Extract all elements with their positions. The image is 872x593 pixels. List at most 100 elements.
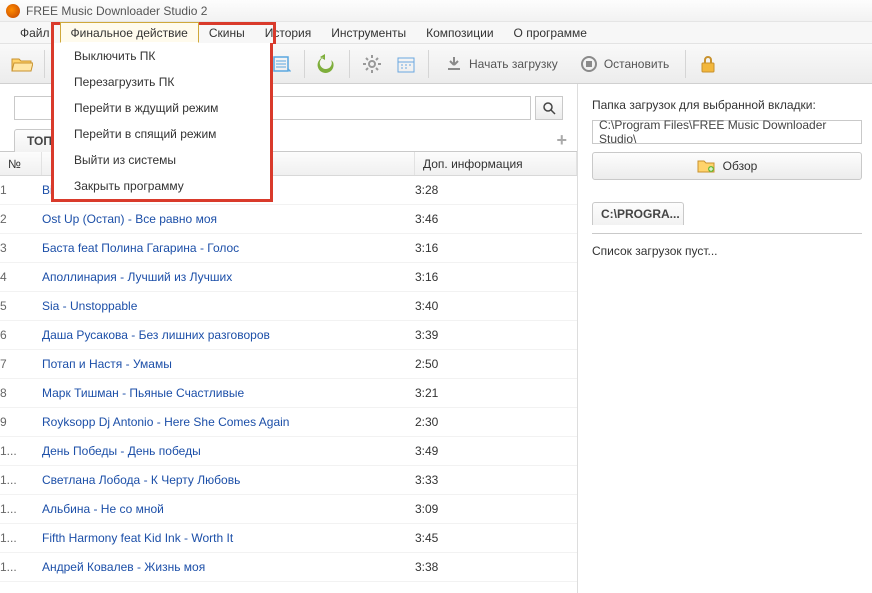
stop-circle-icon	[580, 55, 598, 73]
cell-title: День Победы - День победы	[42, 444, 415, 458]
cell-title: Даша Русакова - Без лишних разговоров	[42, 328, 415, 342]
browse-label: Обзор	[723, 159, 758, 173]
right-panel: Папка загрузок для выбранной вкладки: C:…	[578, 84, 872, 593]
col-number[interactable]: №	[0, 152, 42, 175]
cell-info: 3:09	[415, 502, 577, 516]
table-row[interactable]: 2Ost Up (Остап) - Все равно моя3:46	[0, 205, 577, 234]
browse-button[interactable]: Обзор	[592, 152, 862, 180]
table-row[interactable]: 6Даша Русакова - Без лишних разговоров3:…	[0, 321, 577, 350]
menu-Файл[interactable]: Файл	[10, 22, 60, 43]
download-start-icon	[445, 55, 463, 73]
cell-number: 8	[0, 386, 42, 400]
lock-button[interactable]	[694, 50, 722, 78]
cell-number: 2	[0, 212, 42, 226]
app-title: FREE Music Downloader Studio 2	[26, 4, 207, 18]
folder-open-icon	[11, 55, 33, 73]
cell-number: 4	[0, 270, 42, 284]
cell-title: Sia - Unstoppable	[42, 299, 415, 313]
cell-title: Royksopp Dj Antonio - Here She Comes Aga…	[42, 415, 415, 429]
table-row[interactable]: 8Марк Тишман - Пьяные Счастливые3:21	[0, 379, 577, 408]
cell-info: 3:16	[415, 270, 577, 284]
settings-button[interactable]	[358, 50, 386, 78]
cell-info: 3:40	[415, 299, 577, 313]
search-icon	[542, 101, 556, 115]
dropdown-item[interactable]: Перейти в спящий режим	[54, 121, 270, 147]
cell-number: 1...	[0, 531, 42, 545]
menu-Инструменты[interactable]: Инструменты	[321, 22, 416, 43]
app-icon	[6, 4, 20, 18]
undo-button[interactable]	[313, 50, 341, 78]
col-info[interactable]: Доп. информация	[415, 152, 577, 175]
dropdown-item[interactable]: Перейти в ждущий режим	[54, 95, 270, 121]
cell-info: 2:50	[415, 357, 577, 371]
dropdown-item[interactable]: Выйти из системы	[54, 147, 270, 173]
download-folder-label: Папка загрузок для выбранной вкладки:	[592, 98, 862, 112]
table-row[interactable]: 9Royksopp Dj Antonio - Here She Comes Ag…	[0, 408, 577, 437]
undo-icon	[317, 54, 337, 74]
cell-number: 6	[0, 328, 42, 342]
cell-number: 1...	[0, 560, 42, 574]
cell-number: 9	[0, 415, 42, 429]
menu-Финальное действие[interactable]: Финальное действие	[60, 22, 199, 43]
table-row[interactable]: 3Баста feat Полина Гагарина - Голос3:16	[0, 234, 577, 263]
list-dropdown-icon	[272, 54, 292, 74]
dropdown-item[interactable]: Перезагрузить ПК	[54, 69, 270, 95]
folder-browse-icon	[697, 159, 715, 173]
table-row[interactable]: 1...Fifth Harmony feat Kid Ink - Worth I…	[0, 524, 577, 553]
final-action-dropdown: Выключить ПКПерезагрузить ПКПерейти в жд…	[51, 43, 273, 202]
cell-info: 3:38	[415, 560, 577, 574]
cell-number: 1	[0, 183, 42, 197]
cell-info: 3:33	[415, 473, 577, 487]
cell-number: 1...	[0, 473, 42, 487]
start-download-label: Начать загрузку	[469, 57, 558, 71]
menu-Композиции[interactable]: Композиции	[416, 22, 503, 43]
downloads-empty-label: Список загрузок пуст...	[592, 233, 862, 258]
cell-info: 2:30	[415, 415, 577, 429]
start-download-button[interactable]: Начать загрузку	[437, 50, 566, 78]
menu-История[interactable]: История	[255, 22, 322, 43]
cell-number: 3	[0, 241, 42, 255]
calendar-button[interactable]	[392, 50, 420, 78]
cell-title: Fifth Harmony feat Kid Ink - Worth It	[42, 531, 415, 545]
download-folder-path[interactable]: C:\Program Files\FREE Music Downloader S…	[592, 120, 862, 144]
cell-title: Баста feat Полина Гагарина - Голос	[42, 241, 415, 255]
search-button[interactable]	[535, 96, 563, 120]
calendar-icon	[397, 55, 415, 73]
titlebar: FREE Music Downloader Studio 2	[0, 0, 872, 22]
cell-info: 3:45	[415, 531, 577, 545]
table-row[interactable]: 1...Альбина - Не со мной3:09	[0, 495, 577, 524]
stop-download-button[interactable]: Остановить	[572, 50, 678, 78]
open-folder-button[interactable]	[8, 50, 36, 78]
table-row[interactable]: 5Sia - Unstoppable3:40	[0, 292, 577, 321]
table-row[interactable]: 7Потап и Настя - Умамы2:50	[0, 350, 577, 379]
table-row[interactable]: 1...День Победы - День победы3:49	[0, 437, 577, 466]
menu-Скины[interactable]: Скины	[199, 22, 255, 43]
dropdown-item[interactable]: Выключить ПК	[54, 43, 270, 69]
cell-title: Потап и Настя - Умамы	[42, 357, 415, 371]
gear-icon	[362, 54, 382, 74]
cell-title: Альбина - Не со мной	[42, 502, 415, 516]
cell-info: 3:21	[415, 386, 577, 400]
cell-info: 3:39	[415, 328, 577, 342]
menubar: ФайлФинальное действиеСкиныИсторияИнстру…	[0, 22, 872, 44]
cell-title: Марк Тишман - Пьяные Счастливые	[42, 386, 415, 400]
cell-number: 1...	[0, 444, 42, 458]
cell-title: Ost Up (Остап) - Все равно моя	[42, 212, 415, 226]
stop-download-label: Остановить	[604, 57, 670, 71]
table-row[interactable]: 4Аполлинария - Лучший из Лучших3:16	[0, 263, 577, 292]
cell-info: 3:16	[415, 241, 577, 255]
right-tab[interactable]: C:\PROGRA...	[592, 202, 684, 225]
cell-info: 3:28	[415, 183, 577, 197]
lock-icon	[700, 55, 716, 73]
table-row[interactable]: 1...Светлана Лобода - К Черту Любовь3:33	[0, 466, 577, 495]
cell-number: 7	[0, 357, 42, 371]
cell-info: 3:46	[415, 212, 577, 226]
cell-number: 1...	[0, 502, 42, 516]
cell-number: 5	[0, 299, 42, 313]
table-row[interactable]: 1...Андрей Ковалев - Жизнь моя3:38	[0, 553, 577, 582]
track-list[interactable]: 1Birdy - Keeping Your Head Up3:282Ost Up…	[0, 176, 577, 593]
dropdown-item[interactable]: Закрыть программу	[54, 173, 270, 199]
cell-title: Андрей Ковалев - Жизнь моя	[42, 560, 415, 574]
menu-О программе[interactable]: О программе	[504, 22, 597, 43]
add-tab-button[interactable]: +	[556, 130, 567, 151]
